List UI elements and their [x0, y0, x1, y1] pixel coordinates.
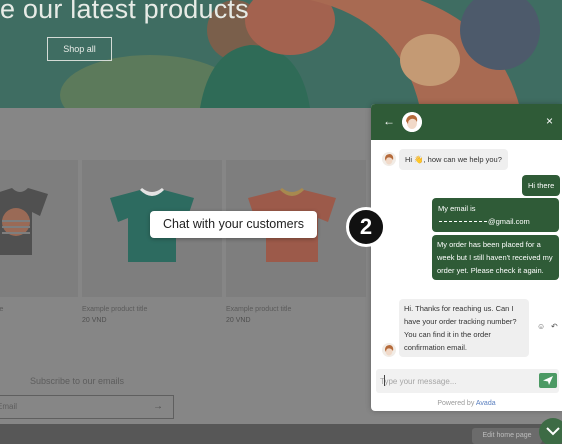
reaction-icon[interactable]: ☺ — [537, 322, 545, 332]
chat-widget: ← × Hi 👋, how can we help you? Hi there … — [371, 104, 562, 411]
chevron-down-icon — [546, 427, 560, 436]
email-placeholder: Email — [0, 402, 18, 411]
product-title: Example product title — [82, 306, 148, 313]
reply-icon[interactable]: ↶ — [551, 322, 558, 332]
powered-prefix: Powered by — [437, 400, 475, 407]
redacted-text — [439, 221, 487, 222]
chat-header: ← × — [371, 104, 562, 140]
message-text: My email is — [438, 204, 476, 213]
product-price: 20 VND — [226, 317, 251, 324]
product-title: le — [0, 306, 4, 313]
product-price: 20 VND — [82, 317, 107, 324]
powered-by: Powered by Avada — [371, 400, 562, 407]
hero-title: e our latest products — [0, 0, 249, 24]
agent-avatar — [382, 343, 396, 357]
edit-home-page-button[interactable]: Edit home page — [472, 428, 542, 444]
shop-all-button[interactable]: Shop all — [47, 37, 112, 61]
user-message: My order has been placed for a week but … — [432, 235, 559, 280]
agent-avatar — [382, 152, 396, 166]
tshirt-image — [0, 188, 48, 255]
send-icon — [543, 376, 553, 385]
close-icon[interactable]: × — [546, 114, 553, 128]
agent-avatar — [402, 112, 422, 132]
arrow-left-icon[interactable]: ← — [383, 114, 395, 128]
step-number-badge: 2 — [346, 207, 386, 247]
subscribe-heading: Subscribe to our emails — [30, 376, 125, 386]
feature-tooltip: Chat with your customers — [150, 211, 318, 238]
message-text: @gmail.com — [488, 217, 530, 226]
bot-message: Hi 👋, how can we help you? — [399, 149, 508, 170]
message-composer — [376, 369, 559, 393]
hero-banner: e our latest products Shop all — [0, 0, 562, 108]
newsletter-email-field[interactable]: Email → — [0, 395, 174, 419]
chat-launcher-button[interactable] — [539, 418, 562, 444]
text-caret — [384, 375, 385, 386]
product-title: Example product title — [226, 306, 292, 313]
product-card[interactable] — [0, 160, 78, 297]
message-input[interactable] — [380, 373, 530, 389]
send-button[interactable] — [539, 373, 557, 388]
user-message: Hi there — [522, 175, 561, 196]
arrow-right-icon[interactable]: → — [153, 401, 163, 412]
bot-message: Hi. Thanks for reaching us. Can I have y… — [399, 299, 529, 357]
powered-brand-link[interactable]: Avada — [476, 400, 496, 407]
user-message: My email is @gmail.com — [432, 198, 559, 232]
